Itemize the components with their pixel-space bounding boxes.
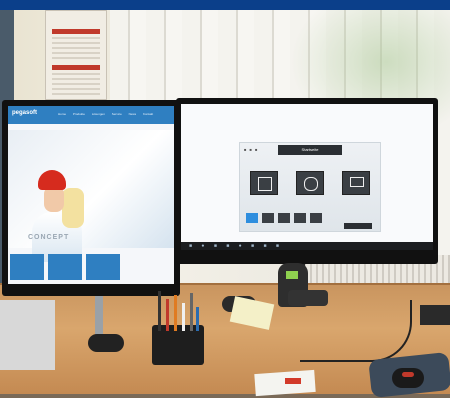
pen [174, 295, 177, 331]
os-taskbar: ■ ● ■ ■ ● ■ ■ ■ [181, 242, 433, 250]
website-header: pegasoft Home Produkte Lösungen Service … [8, 106, 174, 124]
pen [182, 303, 185, 331]
left-monitor-screen: pegasoft Home Produkte Lösungen Service … [8, 106, 174, 284]
left-monitor-stand [95, 296, 103, 336]
tool-icon[interactable] [262, 213, 274, 223]
mouse-cable [300, 300, 412, 362]
website-tiles [8, 252, 174, 284]
left-monitor-base [88, 334, 124, 352]
pen [158, 291, 161, 331]
top-blue-banner [0, 0, 450, 10]
scanner-screen [286, 271, 298, 279]
calendar-page [52, 35, 100, 59]
tool-icon[interactable] [294, 213, 306, 223]
website-nav: Home Produkte Lösungen Service News Kont… [58, 112, 159, 116]
nav-item: Home [58, 112, 67, 116]
hero-text: CONCEPT [28, 234, 70, 241]
printer-block [0, 300, 55, 370]
dialog-ok-button[interactable] [344, 223, 372, 229]
nav-item: Lösungen [91, 112, 105, 116]
website-hero [8, 130, 174, 262]
tool-icon[interactable] [278, 213, 290, 223]
brochure-logo [285, 378, 301, 384]
right-monitor-screen: ■ ■ ■ Startseite ■ ● ■ ■ ● ■ ■ ■ [181, 104, 433, 250]
nav-item: News [128, 112, 137, 116]
hero-figure-hair [62, 188, 84, 228]
mouse-accent [402, 372, 414, 377]
share-icon[interactable] [296, 171, 324, 195]
nav-item: Produkte [72, 112, 85, 116]
dialog-title: Startseite [278, 145, 342, 155]
website-tile [86, 254, 120, 280]
taskbar-icons: ■ ● ■ ■ ● ■ ■ ■ [189, 243, 283, 249]
tool-icon[interactable] [246, 213, 258, 223]
red-helmet-icon [38, 170, 66, 190]
desk-phone [420, 305, 450, 325]
nav-item: Service [111, 112, 122, 116]
computer-mouse [392, 368, 424, 388]
calendar-month-header [52, 29, 100, 34]
calendar-month-header [52, 65, 100, 70]
tool-icon[interactable] [310, 213, 322, 223]
pen [196, 307, 199, 331]
scissors-icon [190, 293, 193, 331]
website-tile [10, 254, 44, 280]
wall-calendar [45, 10, 107, 100]
calendar-page [52, 71, 100, 95]
monitor-icon[interactable] [342, 171, 370, 195]
app-dialog: ■ ■ ■ Startseite [239, 142, 381, 232]
nav-item: Kontakt [142, 112, 154, 116]
list-icon[interactable] [250, 171, 278, 195]
website-logo: pegasoft [12, 110, 38, 116]
pen-holder [152, 291, 204, 365]
window-dots: ■ ■ ■ [244, 147, 259, 152]
pen [166, 299, 169, 331]
website-tile [48, 254, 82, 280]
